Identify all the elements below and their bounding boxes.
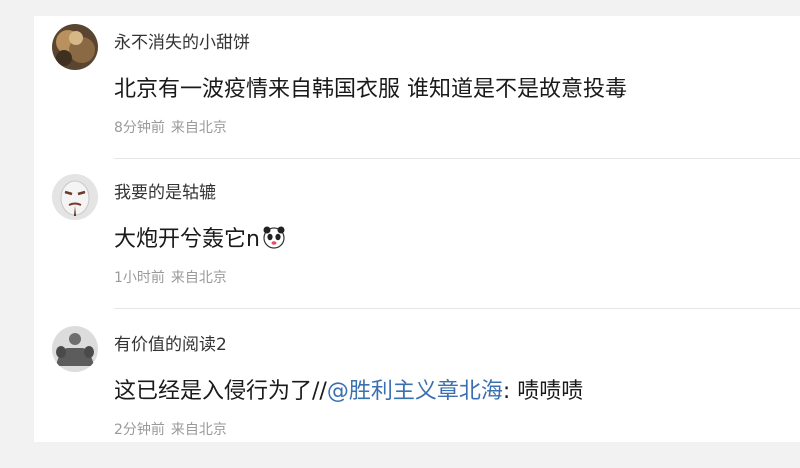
user-avatar[interactable] xyxy=(52,24,98,70)
username[interactable]: 有价值的阅读2 xyxy=(114,330,227,355)
comment-location: 来自北京 xyxy=(170,120,227,136)
comment-time: 2分钟前 xyxy=(114,422,165,438)
mask-face-avatar-icon xyxy=(52,174,98,220)
comment-meta: 8分钟前 来自北京 xyxy=(114,117,227,137)
user-avatar[interactable] xyxy=(52,174,98,220)
comment-item: 我要的是轱辘 大炮开兮轰它n 1小时前 来自北京 xyxy=(34,166,800,316)
comment-item: 永不消失的小甜饼 北京有一波疫情来自韩国衣服 谁知道是不是故意投毒 8分钟前 来自… xyxy=(34,16,800,166)
username[interactable]: 我要的是轱辘 xyxy=(114,178,216,203)
comment-location: 来自北京 xyxy=(170,422,227,438)
comment-text: 这已经是入侵行为了//@胜利主义章北海: 啧啧啧 xyxy=(114,373,583,405)
username[interactable]: 永不消失的小甜饼 xyxy=(114,28,250,53)
bodybuilder-avatar-icon xyxy=(52,326,98,372)
comment-text: 北京有一波疫情来自韩国衣服 谁知道是不是故意投毒 xyxy=(114,77,627,102)
comment-text-suffix: : 啧啧啧 xyxy=(502,379,584,404)
divider xyxy=(114,308,800,309)
cookie-avatar-icon xyxy=(52,24,98,70)
user-avatar[interactable] xyxy=(52,326,98,372)
divider xyxy=(114,158,800,159)
comment-meta: 2分钟前 来自北京 xyxy=(114,419,227,439)
comment-time: 8分钟前 xyxy=(114,120,165,136)
panda-face-emoji-icon xyxy=(263,226,285,249)
comment-text-prefix: 这已经是入侵行为了// xyxy=(114,379,327,404)
comment-text-content: 大炮开兮轰它n xyxy=(114,227,260,252)
comment-time: 1小时前 xyxy=(114,270,165,286)
comment-text: 大炮开兮轰它n xyxy=(114,221,286,253)
comment-list: 永不消失的小甜饼 北京有一波疫情来自韩国衣服 谁知道是不是故意投毒 8分钟前 来自… xyxy=(34,16,800,442)
comment-item: 有价值的阅读2 这已经是入侵行为了//@胜利主义章北海: 啧啧啧 2分钟前 来自北… xyxy=(34,318,800,468)
comment-location: 来自北京 xyxy=(170,270,227,286)
comment-meta: 1小时前 来自北京 xyxy=(114,267,227,287)
mention-link[interactable]: @胜利主义章北海 xyxy=(327,373,503,405)
